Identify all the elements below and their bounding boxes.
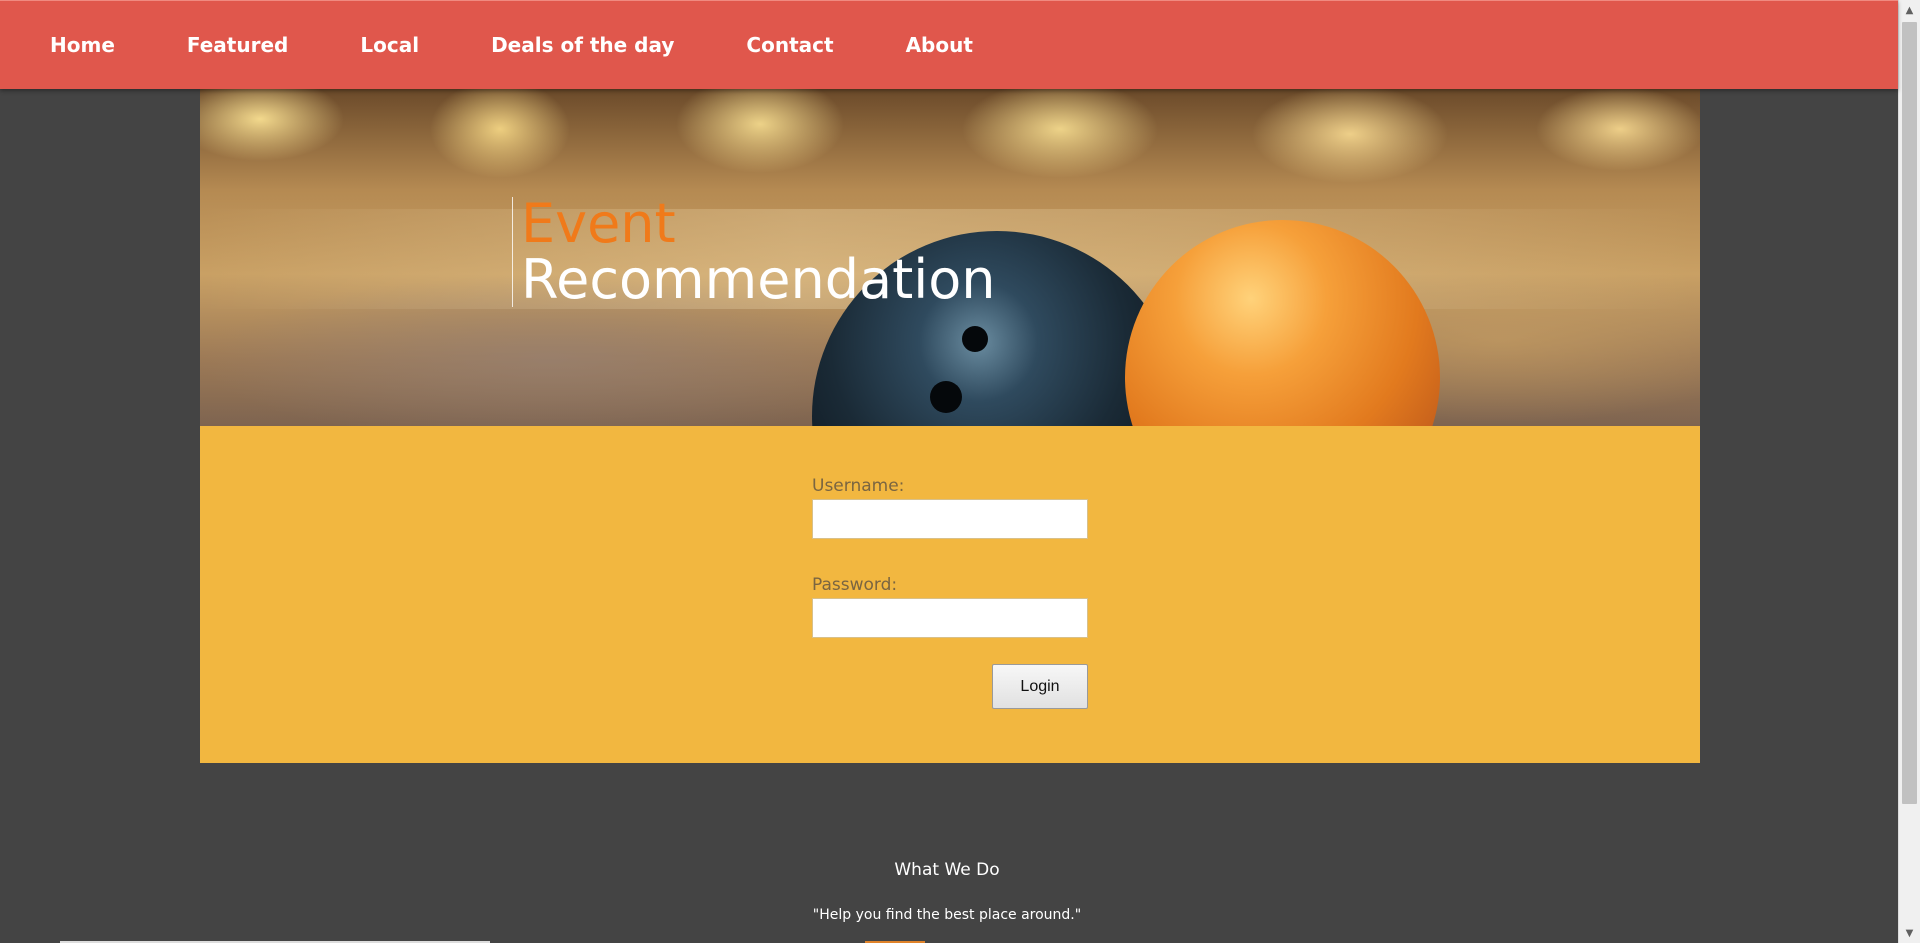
nav-menu: Home Featured Local Deals of the day Con… [0,1,1898,89]
nav-item-deals-of-the-day[interactable]: Deals of the day [469,25,696,65]
nav-item-about[interactable]: About [884,25,995,65]
scrollbar-thumb[interactable] [1902,22,1917,804]
password-label: Password: [812,575,898,595]
login-panel: Username: Password: Login [200,426,1700,763]
main-container: Event Recommendation Username: Password:… [200,89,1700,763]
hero-banner: Event Recommendation [200,89,1700,426]
hero-title-recommendation: Recommendation [521,248,996,311]
scroll-up-arrow-icon[interactable]: ▲ [1899,0,1920,20]
vertical-scrollbar[interactable]: ▲ ▼ [1898,0,1920,943]
nav-item-featured[interactable]: Featured [165,25,310,65]
password-input[interactable] [812,598,1088,638]
nav-item-local[interactable]: Local [338,25,441,65]
hero-title-event: Event [521,192,676,255]
username-input[interactable] [812,499,1088,539]
scroll-down-arrow-icon[interactable]: ▼ [1899,923,1920,943]
nav-item-home[interactable]: Home [28,25,137,65]
nav-item-contact[interactable]: Contact [724,25,855,65]
login-button[interactable]: Login [992,664,1088,709]
footer-heading: What We Do [894,860,1000,880]
username-label: Username: [812,476,905,496]
footer-tagline: "Help you find the best place around." [812,907,1082,923]
login-form: Username: Password: Login [812,476,1088,709]
hero-title: Event Recommendation [512,197,996,307]
top-navigation-bar: Home Featured Local Deals of the day Con… [0,0,1898,89]
